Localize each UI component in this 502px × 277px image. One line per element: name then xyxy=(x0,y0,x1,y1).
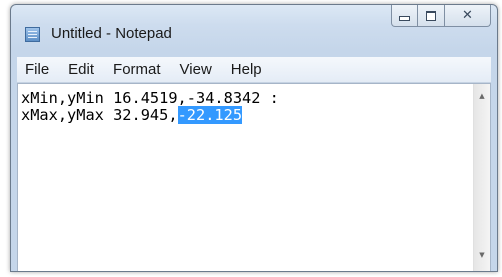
text-editor[interactable]: xMin,yMin 16.4519,-34.8342 : xMax,yMax 3… xyxy=(17,83,491,271)
close-button[interactable]: ✕ xyxy=(445,5,491,27)
vertical-scrollbar[interactable]: ▲ ▼ xyxy=(473,84,490,271)
window-title: Untitled - Notepad xyxy=(51,25,172,42)
scroll-up-arrow-icon[interactable]: ▲ xyxy=(474,87,490,104)
caption-buttons: ✕ xyxy=(391,5,491,27)
scroll-down-arrow-icon[interactable]: ▼ xyxy=(474,246,490,263)
text-line-2-prefix: xMax,yMax 32.945, xyxy=(21,106,178,124)
menu-view[interactable]: View xyxy=(180,61,212,78)
menu-edit[interactable]: Edit xyxy=(68,61,94,78)
menu-format[interactable]: Format xyxy=(113,61,161,78)
text-line-1: xMin,yMin 16.4519,-34.8342 : xyxy=(21,89,279,107)
notepad-icon xyxy=(25,27,40,42)
selected-text: -22.125 xyxy=(177,106,243,124)
menu-bar: File Edit Format View Help xyxy=(17,57,491,83)
minimize-icon xyxy=(399,16,410,21)
maximize-button[interactable] xyxy=(418,5,445,27)
menu-help[interactable]: Help xyxy=(231,61,262,78)
notepad-window: Untitled - Notepad ✕ File Edit Format Vi… xyxy=(10,4,498,272)
maximize-icon xyxy=(426,10,436,21)
editor-text[interactable]: xMin,yMin 16.4519,-34.8342 : xMax,yMax 3… xyxy=(21,90,470,124)
minimize-button[interactable] xyxy=(391,5,418,27)
title-bar[interactable]: Untitled - Notepad ✕ xyxy=(11,5,497,57)
close-icon: ✕ xyxy=(462,8,473,23)
menu-file[interactable]: File xyxy=(25,61,49,78)
